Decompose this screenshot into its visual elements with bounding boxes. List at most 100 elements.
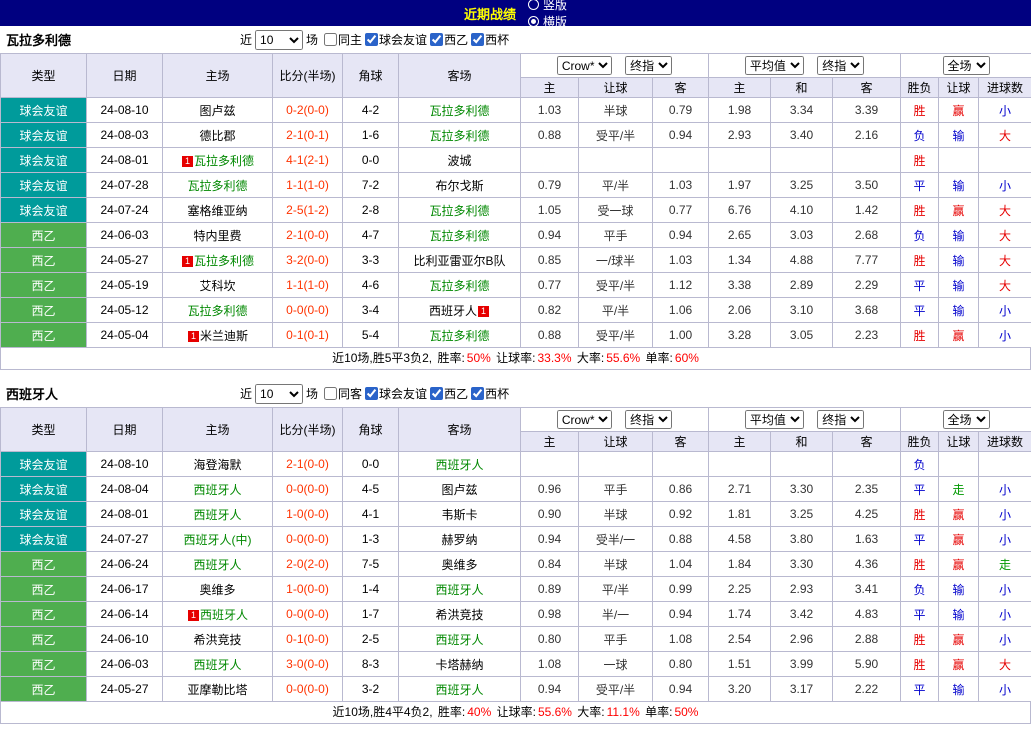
- away-team-cell[interactable]: 西班牙人: [398, 451, 521, 477]
- away-team-cell[interactable]: 西班牙人: [398, 676, 521, 702]
- result-outcome: 负: [900, 451, 940, 477]
- home-team-cell[interactable]: 图卢兹: [162, 97, 273, 123]
- asian-odds-home: 0.88: [520, 122, 579, 148]
- away-team-cell[interactable]: 西班牙人 1: [398, 297, 521, 323]
- checkbox-input[interactable]: [430, 387, 444, 400]
- match-score: 0-1(0-1): [272, 322, 343, 348]
- checkbox-label: 西杯: [485, 387, 510, 401]
- home-team-cell[interactable]: 西班牙人: [162, 501, 273, 527]
- filter-checkbox-球会友谊[interactable]: 球会友谊: [365, 385, 427, 402]
- match-row: 西乙 24-06-03 西班牙人 3-0(0-0) 8-3 卡塔赫纳 1.08 一球 0.80 1…: [0, 651, 1031, 677]
- away-team-cell[interactable]: 赫罗纳: [398, 526, 521, 552]
- summary-stat-label: 胜率:: [434, 351, 465, 365]
- home-team-cell[interactable]: 希洪竞技: [162, 626, 273, 652]
- filter-checkbox-西乙[interactable]: 西乙: [430, 385, 468, 402]
- summary-stat-value: 55.6%: [606, 351, 641, 365]
- away-team-cell[interactable]: 西班牙人: [398, 626, 521, 652]
- home-team-cell[interactable]: 1 瓦拉多利德: [162, 147, 273, 173]
- home-team-cell[interactable]: 西班牙人: [162, 651, 273, 677]
- layout-radio-option[interactable]: 竖版: [528, 0, 567, 13]
- home-team-cell[interactable]: 西班牙人: [162, 476, 273, 502]
- fulltime-select[interactable]: 全场: [942, 56, 990, 75]
- asian-odds-time-select[interactable]: 终指: [625, 56, 673, 75]
- away-team-cell[interactable]: 奥维多: [398, 551, 521, 577]
- filter-checkbox-同客[interactable]: 同客: [324, 385, 362, 402]
- checkbox-input[interactable]: [471, 33, 485, 46]
- asian-odds-away: 0.77: [651, 197, 710, 223]
- home-team-cell[interactable]: 西班牙人: [162, 551, 273, 577]
- average-select[interactable]: 平均值: [744, 410, 804, 429]
- away-team-cell[interactable]: 比利亚雷亚尔B队: [398, 247, 521, 273]
- match-count-select[interactable]: 10: [255, 383, 304, 404]
- away-team-cell[interactable]: 瓦拉多利德: [398, 322, 521, 348]
- filter-checkbox-同主[interactable]: 同主: [324, 31, 362, 48]
- home-team-cell[interactable]: 艾科坎: [162, 272, 273, 298]
- checkbox-input[interactable]: [324, 387, 338, 400]
- home-team-cell[interactable]: 西班牙人(中): [162, 526, 273, 552]
- away-team-cell[interactable]: 韦斯卡: [398, 501, 521, 527]
- home-team-cell[interactable]: 德比郡: [162, 122, 273, 148]
- subcol-asian-handicap: 让球: [578, 77, 653, 98]
- sections-container: 瓦拉多利德 近 10 场 同主 球会友谊 西乙 西杯 类型 日期 主场 比分(半…: [0, 26, 1031, 724]
- layout-radio-selected[interactable]: 横版: [528, 13, 567, 30]
- home-team-cell[interactable]: 瓦拉多利德: [162, 297, 273, 323]
- filter-checkbox-西乙[interactable]: 西乙: [430, 31, 468, 48]
- euro-odds-away: 1.42: [832, 197, 902, 223]
- away-team-cell[interactable]: 瓦拉多利德: [398, 222, 521, 248]
- home-team-cell[interactable]: 特内里费: [162, 222, 273, 248]
- result-outcome: 胜: [900, 197, 940, 223]
- home-team-cell[interactable]: 塞格维亚纳: [162, 197, 273, 223]
- away-team-cell[interactable]: 瓦拉多利德: [398, 272, 521, 298]
- competition-type: 球会友谊: [0, 501, 87, 527]
- match-score: 0-0(0-0): [272, 297, 343, 323]
- checkbox-input[interactable]: [471, 387, 485, 400]
- home-team-cell[interactable]: 奥维多: [162, 576, 273, 602]
- euro-odds-away: 3.68: [832, 297, 902, 323]
- away-team-cell[interactable]: 西班牙人: [398, 576, 521, 602]
- home-team-cell[interactable]: 海登海默: [162, 451, 273, 477]
- checkbox-input[interactable]: [430, 33, 444, 46]
- checkbox-input[interactable]: [324, 33, 338, 46]
- filter-checkbox-西杯[interactable]: 西杯: [471, 385, 509, 402]
- home-team-cell[interactable]: 瓦拉多利德: [162, 172, 273, 198]
- match-row: 西乙 24-06-17 奥维多 1-0(0-0) 1-4 西班牙人 0.89 平/半 0.99 2…: [0, 576, 1031, 602]
- checkbox-input[interactable]: [365, 387, 379, 400]
- away-team-cell[interactable]: 波城: [398, 147, 521, 173]
- euro-odds-time-select[interactable]: 终指: [817, 56, 865, 75]
- home-team-cell[interactable]: 1 瓦拉多利德: [162, 247, 273, 273]
- euro-odds-home: 2.65: [708, 222, 772, 248]
- corner-score: 3-4: [342, 297, 399, 323]
- away-team-cell[interactable]: 图卢兹: [398, 476, 521, 502]
- section-header-bar: 西班牙人 近 10 场 同客 球会友谊 西乙 西杯: [0, 380, 1031, 407]
- euro-odds-away: 1.63: [832, 526, 902, 552]
- euro-odds-time-select[interactable]: 终指: [817, 410, 865, 429]
- asian-odds-away: [651, 147, 710, 173]
- bookmaker-select[interactable]: Crow*: [556, 56, 612, 75]
- euro-odds-draw: 3.42: [770, 601, 834, 627]
- asian-odds-time-select[interactable]: 终指: [625, 410, 673, 429]
- matches-tbody: 球会友谊 24-08-10 海登海默 2-1(0-0) 0-0 西班牙人负球会友谊 24-0…: [0, 451, 1031, 702]
- games-label: 场: [306, 33, 319, 47]
- filter-bar: 近 10 场 同客 球会友谊 西乙 西杯: [240, 383, 512, 404]
- checkbox-input[interactable]: [365, 33, 379, 46]
- home-team-cell[interactable]: 亚摩勒比塔: [162, 676, 273, 702]
- home-team-cell[interactable]: 1 西班牙人: [162, 601, 273, 627]
- home-team-cell[interactable]: 1 米兰迪斯: [162, 322, 273, 348]
- asian-odds-handicap: 受半/一: [578, 526, 653, 552]
- away-team-cell[interactable]: 卡塔赫纳: [398, 651, 521, 677]
- away-team-cell[interactable]: 布尔戈斯: [398, 172, 521, 198]
- match-count-select[interactable]: 10: [255, 29, 304, 50]
- away-team-cell[interactable]: 瓦拉多利德: [398, 197, 521, 223]
- away-team-cell[interactable]: 希洪竞技: [398, 601, 521, 627]
- bookmaker-select[interactable]: Crow*: [556, 410, 612, 429]
- fulltime-select[interactable]: 全场: [942, 410, 990, 429]
- away-team-cell[interactable]: 瓦拉多利德: [398, 122, 521, 148]
- euro-odds-draw: 3.30: [770, 551, 834, 577]
- filter-checkbox-球会友谊[interactable]: 球会友谊: [365, 31, 427, 48]
- filter-checkbox-西杯[interactable]: 西杯: [471, 31, 509, 48]
- filter-bar: 近 10 场 同主 球会友谊 西乙 西杯: [240, 29, 512, 50]
- average-select[interactable]: 平均值: [744, 56, 804, 75]
- away-team-cell[interactable]: 瓦拉多利德: [398, 97, 521, 123]
- corner-score: 8-3: [342, 651, 399, 677]
- result-goals: 大: [978, 122, 1031, 148]
